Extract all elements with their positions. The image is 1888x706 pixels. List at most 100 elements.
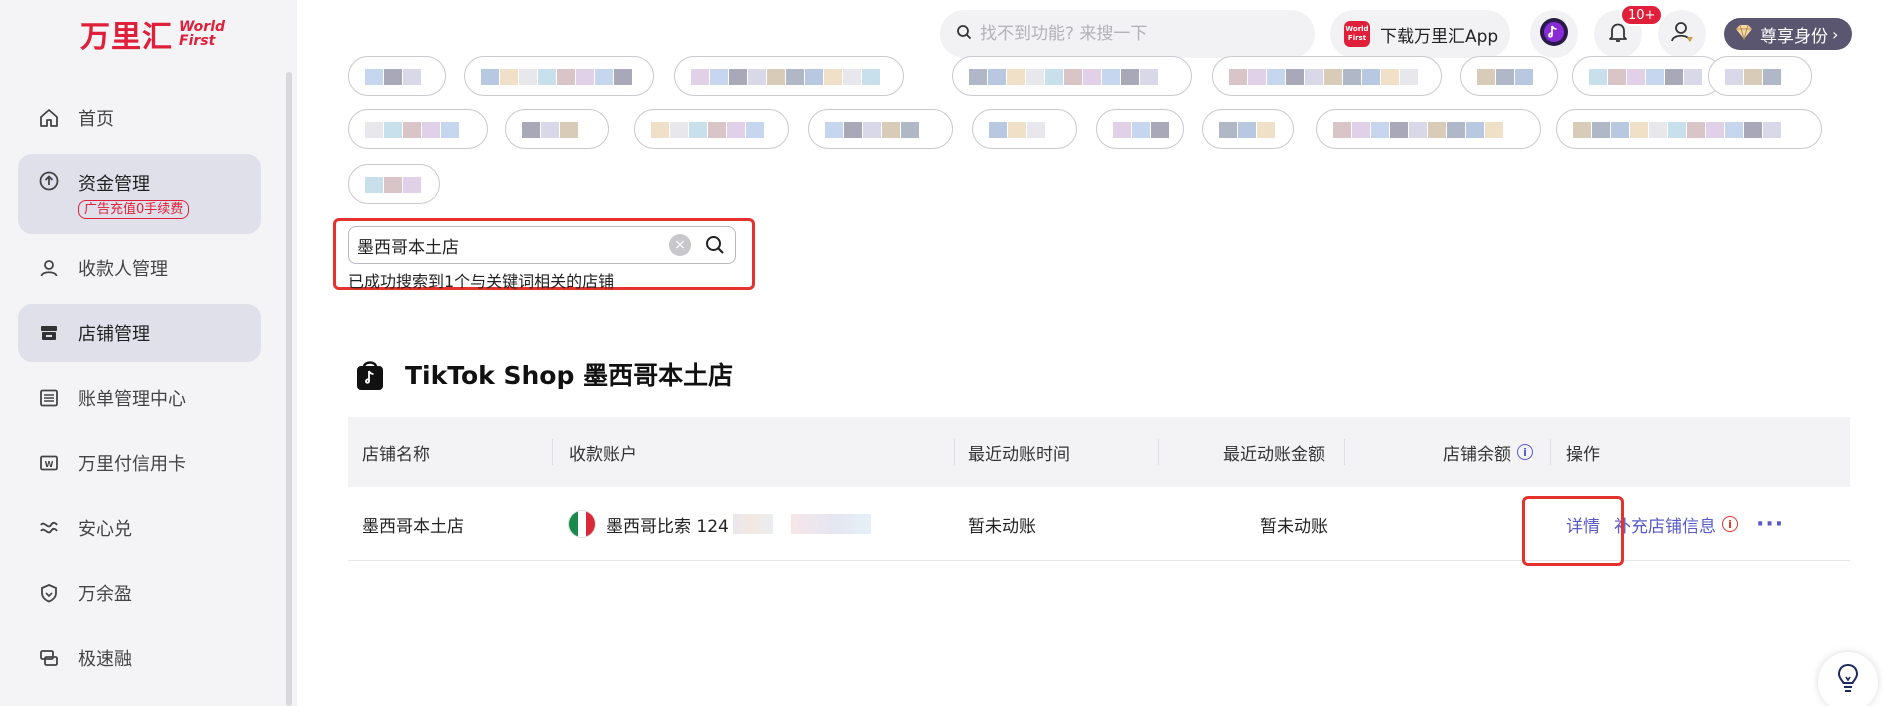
sidebar-item-express-finance[interactable]: 极速融 xyxy=(18,629,261,687)
more-actions-button[interactable]: ··· xyxy=(1756,512,1784,537)
clear-icon[interactable]: × xyxy=(669,234,691,256)
store-filter-pill[interactable] xyxy=(348,109,488,149)
sidebar-item-label: 极速融 xyxy=(78,649,132,670)
sidebar-item-wanyuying[interactable]: 万余盈 xyxy=(18,564,261,622)
store-search-input[interactable] xyxy=(357,235,667,255)
vip-status-button[interactable]: 尊享身份 › xyxy=(1724,18,1852,50)
col-actions: 操作 xyxy=(1566,444,1600,465)
store-filter-pill[interactable] xyxy=(505,109,609,149)
sidebar-item-bill-center[interactable]: 账单管理中心 xyxy=(18,369,261,427)
sidebar-item-fund-management[interactable]: 资金管理 广告充值0手续费 xyxy=(18,154,261,234)
sidebar-item-label: 账单管理中心 xyxy=(78,389,186,410)
blurred-content xyxy=(989,122,1007,138)
blurred-content xyxy=(1257,122,1275,138)
store-filter-pill[interactable] xyxy=(1556,109,1822,149)
blurred-content xyxy=(365,122,383,138)
blurred-content xyxy=(522,122,540,138)
store-filter-pill[interactable] xyxy=(1708,56,1812,96)
blurred-content xyxy=(1305,69,1323,85)
download-app-button[interactable]: World First 下载万里汇App xyxy=(1330,10,1510,58)
search-icon[interactable] xyxy=(705,235,725,255)
store-filter-pill[interactable] xyxy=(1202,109,1294,149)
blurred-content xyxy=(1400,69,1418,85)
blurred-content xyxy=(384,177,402,193)
col-payee-account: 收款账户 xyxy=(569,444,637,465)
search-result-message: 已成功搜索到1个与关键词相关的店铺 xyxy=(348,272,615,291)
blurred-content xyxy=(1140,69,1158,85)
blurred-content xyxy=(1409,122,1427,138)
blurred-content xyxy=(560,122,578,138)
blurred-content xyxy=(441,122,459,138)
blurred-content xyxy=(1466,122,1484,138)
tiktok-app-button[interactable] xyxy=(1530,10,1578,58)
store-filter-pill[interactable] xyxy=(674,56,904,96)
store-filter-pill[interactable] xyxy=(952,56,1192,96)
store-filter-pill[interactable] xyxy=(1212,56,1442,96)
table-row: 墨西哥本土店 墨西哥比索 124 暂未动账 暂未动账 详情 补充店铺信息 i ·… xyxy=(348,487,1850,561)
store-filter-pill[interactable] xyxy=(808,109,953,149)
help-button[interactable] xyxy=(1818,652,1878,706)
column-divider xyxy=(1550,439,1551,465)
blurred-content xyxy=(825,122,843,138)
info-icon[interactable]: i xyxy=(1517,444,1533,460)
search-icon xyxy=(956,24,972,44)
global-search-input[interactable] xyxy=(980,24,1290,44)
blurred-content xyxy=(1608,69,1626,85)
sidebar-item-home[interactable]: 首页 xyxy=(18,89,261,147)
blurred-content xyxy=(1132,122,1150,138)
blurred-content xyxy=(1515,69,1533,85)
list-icon xyxy=(38,387,60,409)
notification-count-badge: 10+ xyxy=(1620,4,1664,26)
sidebar-item-credit-card[interactable]: W 万里付信用卡 xyxy=(18,434,261,492)
blurred-content xyxy=(1286,69,1304,85)
brand-logo[interactable]: 万里汇 World First xyxy=(80,14,225,55)
blurred-content xyxy=(708,122,726,138)
blurred-content xyxy=(988,69,1006,85)
store-filter-pill[interactable] xyxy=(1572,56,1722,96)
sidebar-item-label: 收款人管理 xyxy=(78,259,168,280)
store-filter-pill[interactable] xyxy=(1460,56,1558,96)
store-filter-pill[interactable] xyxy=(1096,109,1184,149)
warning-icon[interactable]: i xyxy=(1722,516,1738,532)
store-search-box[interactable]: × xyxy=(348,226,736,264)
blurred-content xyxy=(651,122,669,138)
store-icon xyxy=(38,322,60,344)
store-filter-pill[interactable] xyxy=(972,109,1077,149)
download-app-label: 下载万里汇App xyxy=(1380,26,1499,47)
blurred-content xyxy=(1083,69,1101,85)
store-filter-pill[interactable] xyxy=(348,56,446,96)
blurred-content xyxy=(500,69,518,85)
blurred-content xyxy=(729,69,747,85)
sidebar-item-exchange[interactable]: 安心兑 xyxy=(18,499,261,557)
sidebar-item-store-management[interactable]: 店铺管理 xyxy=(18,304,261,362)
store-filter-pill[interactable] xyxy=(348,164,440,204)
store-filter-pill[interactable] xyxy=(634,109,789,149)
blurred-content xyxy=(1725,69,1743,85)
sidebar-scrollbar[interactable] xyxy=(286,72,292,706)
blurred-content xyxy=(1219,122,1237,138)
blurred-content xyxy=(1485,122,1503,138)
sidebar-item-payee-management[interactable]: 收款人管理 xyxy=(18,239,261,297)
sidebar: 万里汇 World First 首页 资金管理 广告充值0手续费 收款人管理 店… xyxy=(0,0,297,706)
last-txn-time-cell: 暂未动账 xyxy=(968,516,1036,537)
supplement-store-info-link[interactable]: 补充店铺信息 xyxy=(1614,512,1716,537)
shield-icon xyxy=(38,582,60,604)
user-account-button[interactable] xyxy=(1658,10,1706,58)
promo-badge: 广告充值0手续费 xyxy=(78,200,190,219)
store-filter-pill[interactable] xyxy=(1316,109,1541,149)
blurred-content xyxy=(1045,69,1063,85)
store-filter-pill[interactable] xyxy=(464,56,654,96)
col-store-name: 店铺名称 xyxy=(362,444,430,465)
blurred-content xyxy=(384,122,402,138)
blurred-content xyxy=(538,69,556,85)
col-store-balance: 店铺余额 i xyxy=(1443,417,1533,487)
blurred-content xyxy=(1362,69,1380,85)
blurred-content xyxy=(1121,69,1139,85)
blurred-content xyxy=(710,69,728,85)
global-search[interactable] xyxy=(940,10,1315,58)
column-divider xyxy=(1158,439,1159,465)
blurred-content xyxy=(1064,69,1082,85)
exchange-icon xyxy=(38,517,60,539)
masked-account-number xyxy=(732,514,773,534)
blurred-content xyxy=(1447,122,1465,138)
